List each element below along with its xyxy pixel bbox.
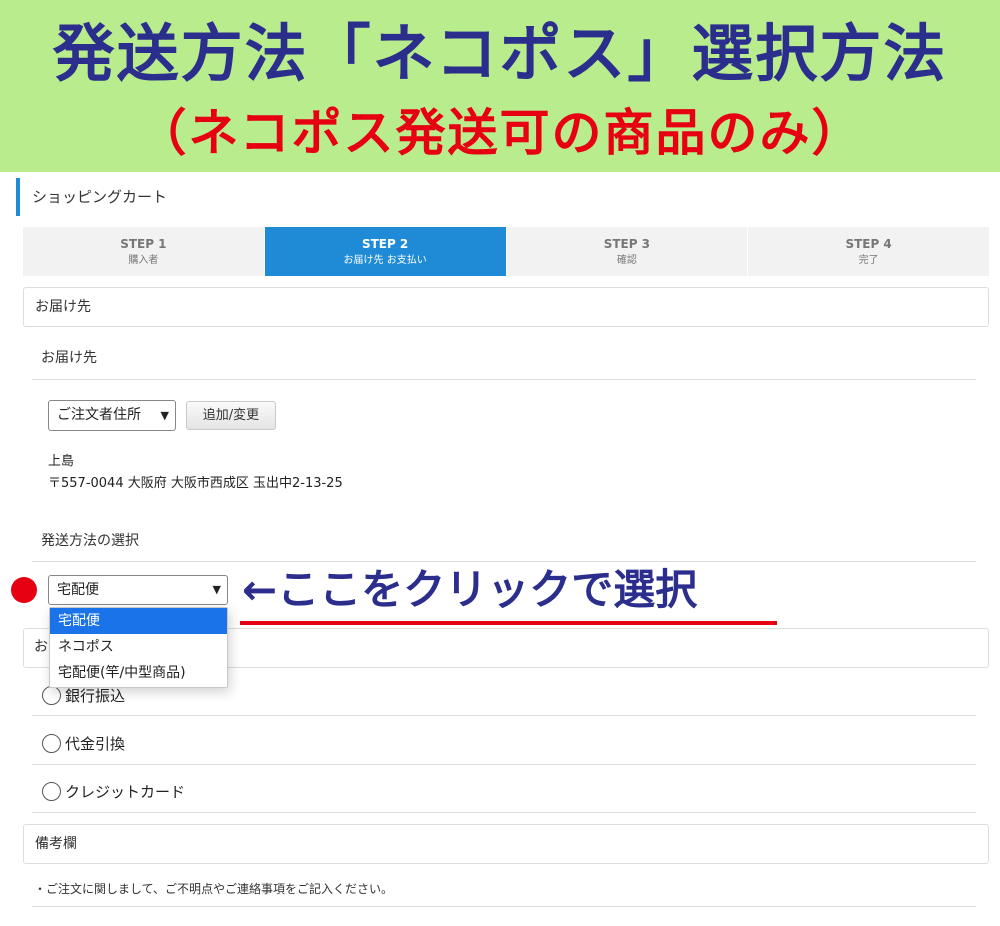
dropdown-option-nekopos[interactable]: ネコポス bbox=[50, 634, 227, 660]
step-number: STEP 4 bbox=[845, 237, 892, 251]
step-label: 購入者 bbox=[128, 255, 159, 266]
recipient-address: 〒557-0044 大阪府 大阪市西成区 玉出中2-13-25 bbox=[48, 476, 343, 491]
banner-subtitle: （ネコポス発送可の商品のみ） bbox=[136, 104, 864, 162]
shipping-method-heading: 発送方法の選択 bbox=[41, 533, 139, 549]
divider bbox=[32, 906, 976, 907]
radio-icon[interactable] bbox=[42, 733, 61, 753]
add-change-address-button[interactable]: 追加/変更 bbox=[186, 401, 276, 430]
divider bbox=[32, 764, 976, 765]
payment-section-title: お bbox=[34, 639, 48, 655]
radio-icon[interactable] bbox=[42, 781, 61, 801]
address-select-value: ご注文者住所 bbox=[57, 407, 141, 423]
instruction-banner: 発送方法「ネコポス」選択方法 （ネコポス発送可の商品のみ） bbox=[0, 0, 1000, 172]
payment-option-bank-transfer[interactable]: 銀行振込 bbox=[42, 685, 125, 705]
remarks-note: ・ご注文に関しまして、ご不明点やご連絡事項をご記入ください。 bbox=[34, 882, 394, 896]
shipping-method-dropdown[interactable]: 宅配便 ネコポス 宅配便(竿/中型商品) bbox=[49, 607, 228, 688]
radio-icon[interactable] bbox=[42, 685, 61, 705]
click-here-annotation: ←ここをクリックで選択 bbox=[242, 565, 698, 614]
step-label: お届け先 お支払い bbox=[343, 255, 427, 266]
shipping-select-value: 宅配便 bbox=[57, 582, 99, 598]
payment-option-credit-card[interactable]: クレジットカード bbox=[42, 781, 185, 801]
annotation-underline bbox=[240, 621, 777, 625]
step-label: 確認 bbox=[616, 255, 637, 266]
dropdown-option-takuhaibin-large[interactable]: 宅配便(竿/中型商品) bbox=[50, 660, 227, 686]
step-label: 完了 bbox=[858, 255, 879, 266]
step-2-active: STEP 2 お届け先 お支払い bbox=[264, 227, 506, 276]
divider bbox=[32, 812, 976, 813]
delivery-subheading: お届け先 bbox=[41, 350, 97, 366]
step-1: STEP 1 購入者 bbox=[23, 227, 264, 276]
divider bbox=[32, 715, 976, 716]
checkout-steps: STEP 1 購入者 STEP 2 お届け先 お支払い STEP 3 確認 ST… bbox=[23, 227, 989, 276]
divider bbox=[32, 379, 976, 380]
recipient-name: 上島 bbox=[48, 454, 75, 469]
payment-option-label: 代金引換 bbox=[65, 734, 126, 753]
payment-option-label: クレジットカード bbox=[65, 782, 186, 801]
banner-title: 発送方法「ネコポス」選択方法 bbox=[52, 17, 948, 90]
shipping-method-select[interactable]: 宅配便 ▼ bbox=[48, 575, 228, 605]
step-4: STEP 4 完了 bbox=[748, 227, 989, 276]
red-dot-marker bbox=[11, 577, 37, 603]
chevron-down-icon: ▼ bbox=[160, 409, 169, 422]
step-3: STEP 3 確認 bbox=[506, 227, 748, 276]
remarks-section-header: 備考欄 bbox=[23, 824, 989, 864]
dropdown-option-takuhaibin[interactable]: 宅配便 bbox=[50, 608, 227, 634]
delivery-section-header: お届け先 bbox=[23, 287, 989, 327]
payment-option-cash-on-delivery[interactable]: 代金引換 bbox=[42, 733, 125, 753]
chevron-down-icon: ▼ bbox=[212, 583, 221, 596]
step-number: STEP 3 bbox=[603, 237, 651, 251]
address-select[interactable]: ご注文者住所 ▼ bbox=[48, 400, 176, 431]
step-number: STEP 2 bbox=[361, 237, 409, 251]
page-title: ショッピングカート bbox=[16, 178, 167, 216]
step-number: STEP 1 bbox=[120, 237, 167, 251]
